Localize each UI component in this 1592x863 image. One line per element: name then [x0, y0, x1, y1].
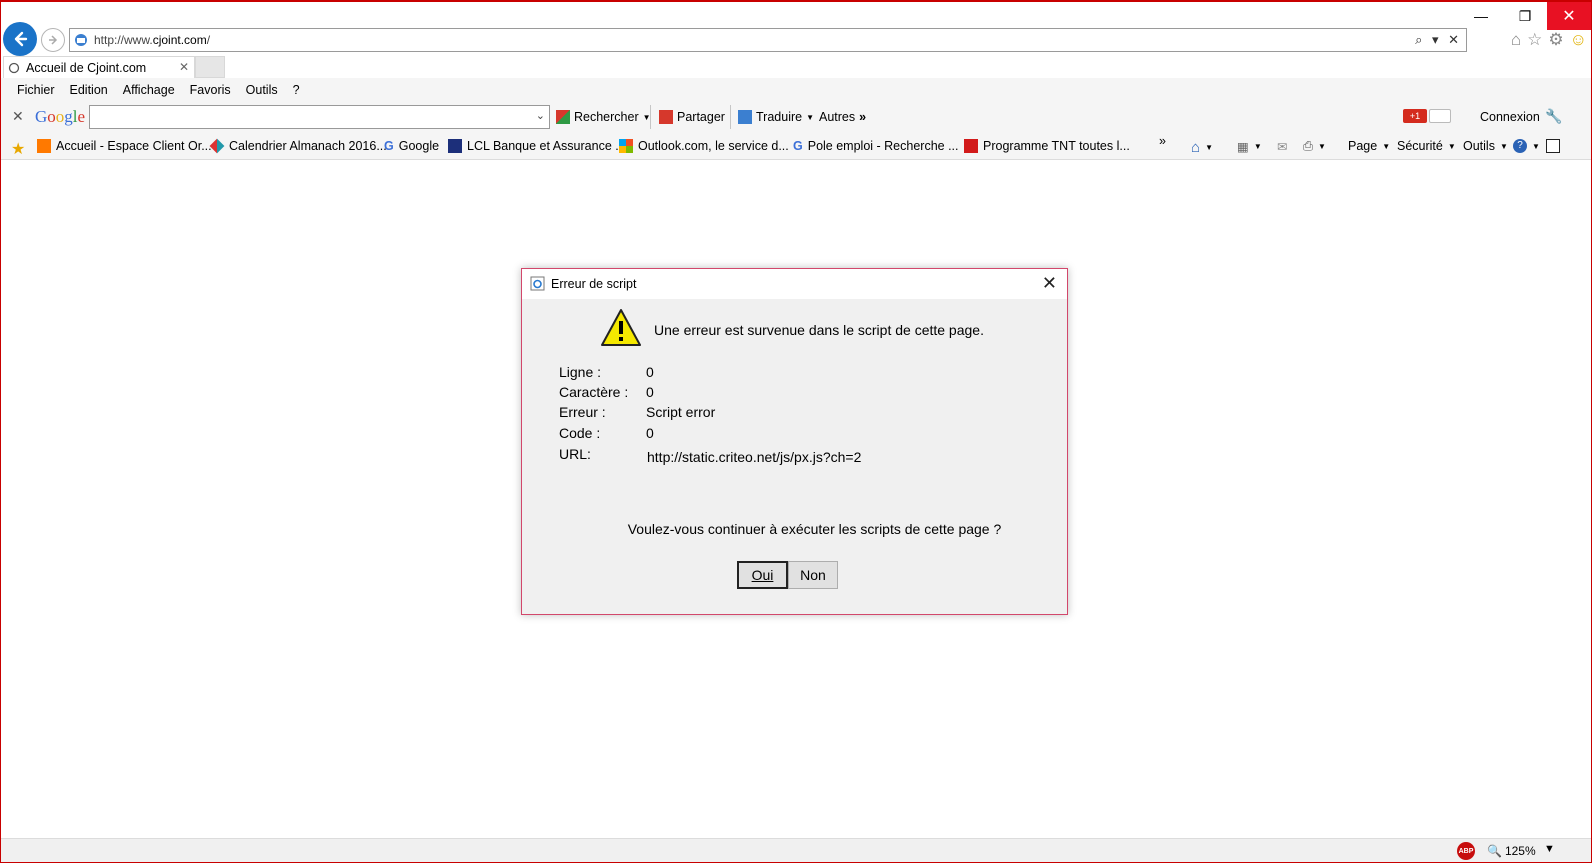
error-message: Une erreur est survenue dans le script d… — [654, 322, 984, 338]
address-bar[interactable]: http://www.cjoint.com/ ⌕ ▾ ✕ — [69, 28, 1467, 52]
google-logo: Google — [35, 107, 86, 126]
address-tools[interactable]: ⌕ ▾ ✕ — [1415, 32, 1462, 48]
field-value-erreur: Script error — [646, 404, 716, 420]
orange-icon — [37, 139, 51, 153]
menu-help[interactable]: ? — [293, 83, 300, 97]
arrow-left-icon — [14, 31, 28, 47]
new-tab-button[interactable] — [195, 56, 225, 78]
lcl-icon — [448, 139, 462, 153]
browser-window: http://www.cjoint.com/ ⌕ ▾ ✕ — ❐ ✕ ⌂ ☆ ⚙… — [0, 0, 1592, 863]
minimize-button[interactable]: — — [1459, 2, 1503, 30]
back-button[interactable] — [3, 22, 37, 56]
menu-edition[interactable]: Edition — [70, 83, 108, 97]
address-url: http://www.cjoint.com/ — [94, 33, 211, 47]
oui-button[interactable]: Oui — [737, 561, 788, 589]
menu-outils[interactable]: Outils — [246, 83, 278, 97]
google-g-icon: G — [384, 139, 394, 153]
autres-button[interactable]: Autres» — [819, 110, 866, 124]
chevron-down-icon[interactable]: ⌄ — [536, 109, 545, 122]
google-g-icon: G — [793, 139, 803, 153]
warning-icon — [601, 309, 641, 346]
fav-google[interactable]: G Google — [384, 139, 439, 153]
page-menu[interactable]: Page ▼ — [1348, 139, 1390, 153]
tab-cjoint[interactable]: Accueil de Cjoint.com ✕ — [3, 56, 195, 78]
close-toolbar-icon[interactable]: ✕ — [12, 108, 24, 125]
menu-favoris[interactable]: Favoris — [190, 83, 231, 97]
field-label-code: Code : — [559, 425, 601, 441]
menu-fichier[interactable]: Fichier — [17, 83, 55, 97]
smiley-icon[interactable]: ☺ — [1570, 30, 1587, 50]
menu-affichage[interactable]: Affichage — [123, 83, 175, 97]
script-error-dialog: Erreur de script ✕ Une erreur est surven… — [521, 268, 1068, 615]
field-label-caractere: Caractère : — [559, 384, 629, 400]
status-bar: ABP 🔍 125% ▼ — [1, 838, 1591, 862]
tab-row: Accueil de Cjoint.com ✕ — [1, 56, 1591, 78]
restore-button[interactable]: ❐ — [1503, 2, 1547, 30]
wrench-icon[interactable]: 🔧 — [1545, 108, 1562, 125]
fav-orange[interactable]: Accueil - Espace Client Or... — [37, 139, 212, 153]
home-icon[interactable]: ⌂ — [1511, 30, 1521, 50]
dialog-close-icon[interactable]: ✕ — [1042, 273, 1057, 294]
favorites-star-icon[interactable]: ★ — [11, 139, 25, 159]
field-label-erreur: Erreur : — [559, 404, 606, 420]
field-value-ligne: 0 — [646, 364, 654, 380]
google-toolbar: ✕ Google ⌄ Rechercher ▼ Partager Traduire… — [1, 102, 1591, 132]
field-value-url: http://static.criteo.net/js/px.js?ch=2 — [647, 449, 862, 465]
traduire-button[interactable]: Traduire ▼ — [738, 110, 814, 124]
share-icon — [659, 110, 673, 124]
non-button[interactable]: Non — [788, 561, 838, 589]
google-search-input[interactable]: ⌄ — [89, 105, 550, 129]
address-row: http://www.cjoint.com/ ⌕ ▾ ✕ — ❐ ✕ ⌂ ☆ ⚙… — [1, 2, 1591, 58]
gplus-badge[interactable]: +1 — [1403, 109, 1427, 123]
connexion-button[interactable]: Connexion — [1480, 110, 1540, 124]
fav-pole-emploi[interactable]: G Pole emploi - Recherche ... — [793, 139, 959, 153]
window-close-button[interactable]: ✕ — [1547, 2, 1591, 30]
tab-close-icon[interactable]: ✕ — [179, 60, 189, 74]
loading-icon — [8, 62, 20, 73]
zoom-level[interactable]: 🔍 125% — [1487, 844, 1536, 858]
diamond-icon — [209, 138, 225, 154]
continue-question: Voulez-vous continuer à exécuter les scr… — [627, 521, 1002, 537]
zoom-dropdown-icon[interactable]: ▼ — [1544, 843, 1555, 855]
star-icon[interactable]: ☆ — [1527, 30, 1542, 50]
ie-icon — [530, 276, 545, 291]
field-label-ligne: Ligne : — [559, 364, 602, 380]
partager-button[interactable]: Partager — [659, 110, 725, 124]
windows-icon — [619, 139, 633, 153]
fav-outlook[interactable]: Outlook.com, le service d... — [619, 139, 789, 153]
field-label-url: URL: — [559, 446, 591, 462]
fav-lcl[interactable]: LCL Banque et Assurance ... — [448, 139, 626, 153]
field-value-caractere: 0 — [646, 384, 654, 400]
dialog-title: Erreur de script — [551, 277, 637, 291]
help-icon[interactable]: ? ▼ — [1513, 139, 1540, 153]
home-command-icon[interactable]: ⌂ ▼ — [1191, 139, 1213, 156]
translate-icon — [738, 110, 752, 124]
outils-menu[interactable]: Outils ▼ — [1463, 139, 1508, 153]
menu-bar: Fichier Edition Affichage Favoris Outils… — [1, 78, 1591, 102]
tab-title: Accueil de Cjoint.com — [26, 60, 147, 75]
google-g-icon — [556, 110, 570, 124]
site-favicon-icon — [75, 34, 87, 46]
gear-icon[interactable]: ⚙ — [1548, 30, 1563, 50]
rss-icon[interactable]: ▦ ▼ — [1237, 139, 1262, 154]
field-value-code: 0 — [646, 425, 654, 441]
print-icon[interactable]: ⎙ ▼ — [1303, 139, 1326, 154]
forward-button[interactable] — [41, 28, 65, 52]
more-favorites-icon[interactable]: » — [1159, 134, 1166, 148]
zoom-icon: 🔍 — [1487, 844, 1502, 858]
rechercher-button[interactable]: Rechercher ▼ — [556, 110, 651, 124]
fav-almanach[interactable]: Calendrier Almanach 2016... — [209, 138, 387, 154]
securite-menu[interactable]: Sécurité ▼ — [1397, 139, 1456, 153]
adblock-plus-icon[interactable]: ABP — [1457, 842, 1475, 860]
favorites-bar: ★ Accueil - Espace Client Or... Calendri… — [1, 132, 1591, 160]
gplus-count — [1429, 109, 1451, 123]
mail-icon[interactable]: ✉ — [1277, 139, 1287, 154]
tele-loisirs-icon — [964, 139, 978, 153]
dialog-title-bar: Erreur de script ✕ — [522, 269, 1067, 299]
browser-icons: ⌂ ☆ ⚙ ☺ — [1511, 30, 1587, 50]
window-controls: — ❐ ✕ — [1459, 2, 1591, 30]
research-icon[interactable] — [1546, 139, 1560, 153]
fav-tnt[interactable]: Programme TNT toutes l... — [964, 139, 1130, 153]
arrow-right-icon — [49, 35, 58, 45]
